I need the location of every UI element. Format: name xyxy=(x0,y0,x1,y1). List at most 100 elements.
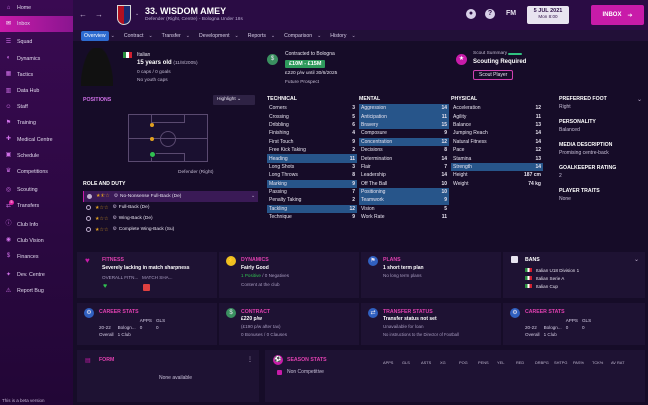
sidebar-item-label: Dynamics xyxy=(17,55,41,62)
transfer-status-card[interactable]: ⇄ TRANSFER STATUS Transfer status not se… xyxy=(361,303,501,345)
physical-attr-row: Pace 12 xyxy=(451,146,543,154)
season-stats-title: SEASON STATS xyxy=(287,357,327,363)
sidebar-item-competitions[interactable]: ♛ Competitions xyxy=(0,164,73,180)
top-bar: ← → ⌄ 33. WISDOM AMEY Defender (Right, C… xyxy=(73,0,648,30)
chevron-down-icon[interactable]: ⌄ xyxy=(251,194,255,199)
sidebar-item-dynamics[interactable]: ◐ Dynamics xyxy=(0,51,73,67)
chevron-down-icon: ⌄ xyxy=(237,97,242,102)
sidebar-item-staff[interactable]: ☺ Staff xyxy=(0,99,73,115)
world-icon[interactable]: ● xyxy=(466,9,476,19)
sidebar-item-scouting[interactable]: ◎ Scouting xyxy=(0,182,73,198)
sidebar-item-squad[interactable]: ☰ Squad xyxy=(0,34,73,50)
technical-attr-name: Marking xyxy=(269,180,287,187)
scout-summary: ★ Scout Summary Scouting Required Scout … xyxy=(456,50,586,90)
sidebar-item-label: Tactics xyxy=(17,71,34,78)
staff-icon: ☺ xyxy=(5,103,12,110)
role-item[interactable]: ★☆☆ ⚙ Wing-Back (De) xyxy=(83,213,258,224)
technical-attr-row: Long Shots 3 xyxy=(267,163,357,171)
pref-foot-value: Right xyxy=(559,104,571,110)
weight-row: Weight 74 kg xyxy=(451,180,543,188)
mental-attr-name: Work Rate xyxy=(361,214,385,221)
fitness-card[interactable]: FITNESS ♥ Severely lacking in match shar… xyxy=(77,252,217,298)
highlight-dropdown[interactable]: Highlight ⌄ xyxy=(213,95,255,105)
radio-icon[interactable] xyxy=(86,227,91,232)
sidebar-item-finances[interactable]: $ Finances xyxy=(0,249,73,265)
form-text: None available xyxy=(159,375,193,381)
tab-history[interactable]: History xyxy=(327,31,349,41)
dynamics-positive: 1 Positive xyxy=(241,273,261,278)
tab-development[interactable]: Development xyxy=(196,31,233,41)
forward-icon[interactable]: → xyxy=(95,10,103,19)
sidebar-item-dev-centre[interactable]: ✦ Dev. Centre xyxy=(0,267,73,283)
radio-icon[interactable] xyxy=(87,194,92,199)
season-cell: 20-22 xyxy=(99,325,111,330)
chevron-down-icon: ⌄ xyxy=(351,32,356,39)
fitness-heart-icon: ♥ xyxy=(103,283,108,290)
chevron-down-icon[interactable]: ⌄ xyxy=(135,11,139,17)
technical-attr-name: First Touch xyxy=(269,138,294,145)
technical-attr-row: Crossing 5 xyxy=(267,112,357,120)
role-item[interactable]: ★☆☆ ⚙ Complete Wing-Back (Su) xyxy=(83,224,258,235)
sidebar-item-label: Data Hub xyxy=(17,88,40,95)
role-name: Full-Back (De) xyxy=(118,205,150,210)
dynamics-card[interactable]: ⚡ DYNAMICS Fairly Good 1 Positive / 0 Ne… xyxy=(219,252,359,298)
bonuses-text: 0 Bonuses xyxy=(241,332,263,337)
chevron-down-icon[interactable]: ⌄ xyxy=(634,256,639,263)
scout-status: Scouting Required xyxy=(473,59,527,65)
sidebar-item-training[interactable]: ⚑ Training xyxy=(0,115,73,131)
scout-title: Scout Summary xyxy=(473,51,508,56)
data-hub-icon: ▥ xyxy=(5,87,12,94)
role-item[interactable]: ★☆☆ ⚙ Full-Back (De) xyxy=(83,202,258,213)
contract-value: £10M - £15M xyxy=(285,60,326,68)
sidebar-item-schedule[interactable]: ▣ Schedule xyxy=(0,148,73,164)
clubs-cell: 1 Club xyxy=(117,332,131,337)
sidebar-item-transfers[interactable]: ⇄ 5 Transfers xyxy=(0,198,73,214)
form-card[interactable]: ▤ FORM None available ⋮ xyxy=(77,350,259,402)
career-stats-card[interactable]: ⚙ CAREER STATS APPS GLS 20-22 Bologn... 0 0 … xyxy=(77,303,217,345)
radio-icon[interactable] xyxy=(86,205,91,210)
fm-logo[interactable]: FM xyxy=(506,10,516,17)
dynamics-icon: ⚡ xyxy=(226,256,236,266)
sidebar-item-tactics[interactable]: ▦ Tactics xyxy=(0,67,73,83)
gls-cell: 0 xyxy=(155,325,159,330)
contract-summary[interactable]: $ Contracted to Bologna £10M - £15M £220… xyxy=(267,50,437,92)
career-stats-title: CAREER STATS xyxy=(99,309,139,315)
tab-transfer[interactable]: Transfer xyxy=(159,31,184,41)
season-col-header: PENS xyxy=(478,360,489,365)
sidebar-item-label: Club Info xyxy=(17,221,39,228)
role-settings-icon: ⚙ xyxy=(112,227,117,232)
plans-card[interactable]: ⚑ PLANS 1 short term plan No long term p… xyxy=(361,252,501,298)
career-stats-card-2[interactable]: ⚙ CAREER STATS APPS GLS 20-22 Bologn... 0 0 … xyxy=(503,303,645,345)
back-icon[interactable]: ← xyxy=(79,10,87,19)
tab-contract[interactable]: Contract xyxy=(121,31,147,41)
training-icon: ⚑ xyxy=(5,119,12,126)
physical-attr-value: 14 xyxy=(535,163,541,170)
technical-attr-row: Finishing 4 xyxy=(267,129,357,137)
sidebar-item-medical-centre[interactable]: ✚ Medical Centre xyxy=(0,132,73,148)
sidebar-item-home[interactable]: ⌂ Home xyxy=(0,0,73,16)
contract-card[interactable]: $ CONTRACT £220 p/w (£190 p/w after tax)… xyxy=(219,303,359,345)
season-stats-card[interactable]: ⚽ SEASON STATS APPS GLS ASTS XG POG PENS YEL RE… xyxy=(265,350,645,402)
bans-card[interactable]: BANS Italian U18 Division 1 Italian Serie… xyxy=(503,252,645,298)
scout-player-button[interactable]: Scout Player xyxy=(473,70,514,80)
physical-attr-row: Stamina 13 xyxy=(451,154,543,162)
sidebar-item-club-info[interactable]: ⓘ Club Info xyxy=(0,216,73,232)
collapse-icon[interactable]: ⌄ xyxy=(637,96,642,103)
season-stats-columns: APPS GLS ASTS XG POG PENS YEL RED DRBPG SHTPG PAS%… xyxy=(383,360,630,365)
role-item[interactable]: ★⯪☆ ⚙ No-Nonsense Full-Back (De) ⌄ xyxy=(83,191,258,202)
sidebar-item-club-vision[interactable]: ◉ Club Vision xyxy=(0,233,73,249)
help-icon[interactable]: ? xyxy=(485,9,495,19)
tab-overview[interactable]: Overview xyxy=(81,30,109,41)
current-time: Mon 8:00 xyxy=(538,14,558,19)
inbox-button[interactable]: INBOX ➔ xyxy=(591,5,644,25)
tab-reports[interactable]: Reports xyxy=(245,31,269,41)
more-icon[interactable]: ⋮ xyxy=(247,356,253,363)
radio-icon[interactable] xyxy=(86,216,91,221)
physical-attr-name: Acceleration xyxy=(453,105,481,112)
date-box[interactable]: 5 JUL 2021 Mon 8:00 xyxy=(527,6,569,24)
sidebar-item-report-bug[interactable]: ⚠ Report Bug xyxy=(0,283,73,299)
sidebar-item-inbox[interactable]: ✉ Inbox xyxy=(0,16,73,33)
sidebar-item-data-hub[interactable]: ▥ Data Hub xyxy=(0,83,73,99)
tab-comparison[interactable]: Comparison xyxy=(281,31,315,41)
pitch-circle xyxy=(160,131,176,147)
